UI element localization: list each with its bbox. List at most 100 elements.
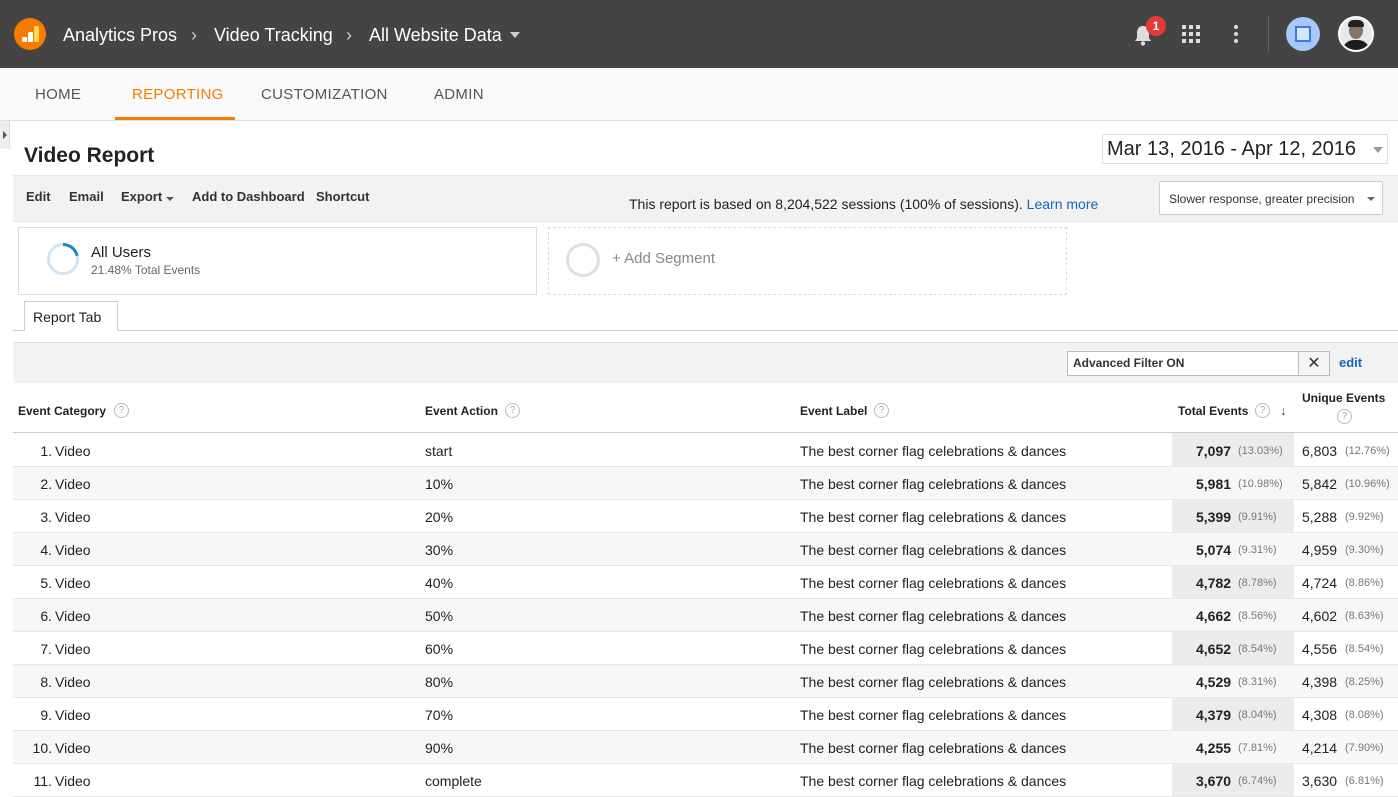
cell-total-events: 3,670 bbox=[1196, 773, 1232, 789]
view-dropdown-icon[interactable] bbox=[510, 32, 520, 38]
cell-total-events-pct: (13.03%) bbox=[1238, 445, 1283, 457]
analytics-logo-icon[interactable] bbox=[14, 18, 46, 50]
date-range-picker[interactable]: Mar 13, 2016 - Apr 12, 2016 bbox=[1102, 134, 1388, 164]
row-index: 5. bbox=[40, 575, 52, 591]
col-event-category[interactable]: Event Category bbox=[18, 404, 106, 418]
nav-admin[interactable]: ADMIN bbox=[434, 86, 484, 103]
cell-event-label: The best corner flag celebrations & danc… bbox=[800, 542, 1067, 558]
cell-event-label: The best corner flag celebrations & danc… bbox=[800, 773, 1067, 789]
table-row[interactable]: 1. Video start The best corner flag celebra… bbox=[13, 434, 1398, 467]
cell-total-events: 5,399 bbox=[1196, 509, 1232, 525]
segment-name: All Users bbox=[91, 244, 152, 261]
help-icon[interactable]: ? bbox=[874, 403, 889, 418]
help-icon[interactable]: ? bbox=[1337, 409, 1352, 424]
table-row[interactable]: 11. Video complete The best corner flag cel… bbox=[13, 764, 1398, 797]
col-event-action[interactable]: Event Action bbox=[425, 404, 498, 418]
col-event-label[interactable]: Event Label bbox=[800, 404, 867, 418]
user-avatar[interactable] bbox=[1338, 16, 1374, 52]
tab-divider bbox=[13, 330, 1398, 331]
row-index: 7. bbox=[40, 641, 52, 657]
email-button[interactable]: Email bbox=[69, 189, 104, 204]
export-button[interactable]: Export bbox=[121, 189, 162, 204]
edit-button[interactable]: Edit bbox=[26, 189, 51, 204]
sort-descending-icon[interactable]: ↓ bbox=[1280, 403, 1287, 418]
cell-total-events-pct: (8.54%) bbox=[1238, 643, 1277, 655]
breadcrumb-view[interactable]: All Website Data bbox=[369, 24, 502, 46]
add-segment-button[interactable]: + Add Segment bbox=[612, 250, 715, 267]
cell-unique-events-pct: (8.63%) bbox=[1345, 610, 1384, 622]
advanced-filter-input[interactable]: Advanced Filter ON bbox=[1067, 351, 1299, 376]
help-icon[interactable]: ? bbox=[114, 403, 129, 418]
table-row[interactable]: 3. Video 20% The best corner flag celebrati… bbox=[13, 500, 1398, 533]
export-caret-icon[interactable] bbox=[166, 197, 174, 201]
cell-event-category: Video bbox=[55, 740, 91, 756]
cell-event-label: The best corner flag celebrations & danc… bbox=[800, 509, 1067, 525]
table-row[interactable]: 8. Video 80% The best corner flag celebrati… bbox=[13, 665, 1398, 698]
cell-event-action: 10% bbox=[425, 476, 454, 492]
cell-event-category: Video bbox=[55, 707, 91, 723]
chevron-down-icon bbox=[1367, 197, 1375, 201]
segment-all-users[interactable] bbox=[18, 227, 537, 295]
cell-total-events-pct: (8.56%) bbox=[1238, 610, 1277, 622]
row-index: 11. bbox=[33, 773, 52, 789]
nav-customization[interactable]: CUSTOMIZATION bbox=[261, 86, 388, 103]
cell-event-action: start bbox=[425, 443, 453, 459]
cell-unique-events-pct: (7.90%) bbox=[1345, 742, 1384, 754]
tab-report-label: Report Tab bbox=[33, 309, 102, 325]
header-divider bbox=[1268, 16, 1269, 52]
row-index: 2. bbox=[40, 476, 52, 492]
apps-grid-icon[interactable] bbox=[1182, 25, 1200, 43]
col-total-events[interactable]: Total Events bbox=[1178, 404, 1248, 418]
cell-event-label: The best corner flag celebrations & danc… bbox=[800, 443, 1067, 459]
more-options-icon[interactable] bbox=[1234, 25, 1238, 43]
breadcrumb-account[interactable]: Analytics Pros bbox=[63, 24, 177, 46]
sidebar-toggle-icon[interactable] bbox=[0, 121, 10, 149]
cell-event-label: The best corner flag celebrations & danc… bbox=[800, 608, 1067, 624]
clear-filter-icon[interactable]: ✕ bbox=[1298, 351, 1330, 376]
table-row[interactable]: 10. Video 90% The best corner flag celebrat… bbox=[13, 731, 1398, 764]
table-row[interactable]: 5. Video 40% The best corner flag celebrati… bbox=[13, 566, 1398, 599]
cell-unique-events: 4,959 bbox=[1302, 542, 1338, 558]
help-icon[interactable]: ? bbox=[1255, 403, 1270, 418]
cell-event-label: The best corner flag celebrations & danc… bbox=[800, 707, 1067, 723]
row-index: 8. bbox=[40, 674, 52, 690]
sampling-select[interactable]: Slower response, greater precision bbox=[1159, 181, 1383, 215]
empty-segment-ring-icon bbox=[566, 243, 600, 277]
tab-report[interactable]: Report Tab bbox=[24, 301, 118, 331]
cell-event-category: Video bbox=[55, 773, 91, 789]
shortcut-button[interactable]: Shortcut bbox=[316, 189, 369, 204]
cell-event-category: Video bbox=[55, 509, 91, 525]
organization-building-icon[interactable] bbox=[1286, 17, 1320, 51]
cell-unique-events: 4,308 bbox=[1302, 707, 1338, 723]
breadcrumb-property[interactable]: Video Tracking bbox=[214, 24, 333, 46]
cell-total-events-pct: (8.31%) bbox=[1238, 676, 1277, 688]
nav-reporting[interactable]: REPORTING bbox=[132, 86, 224, 103]
cell-event-label: The best corner flag celebrations & danc… bbox=[800, 641, 1067, 657]
cell-total-events: 4,652 bbox=[1196, 641, 1232, 657]
cell-event-action: 50% bbox=[425, 608, 454, 624]
filter-edit-link[interactable]: edit bbox=[1339, 355, 1362, 370]
cell-unique-events: 5,842 bbox=[1302, 476, 1338, 492]
notification-badge[interactable]: 1 bbox=[1146, 16, 1166, 36]
table-row[interactable]: 4. Video 30% The best corner flag celebrati… bbox=[13, 533, 1398, 566]
segment-share: 21.48% Total Events bbox=[91, 263, 201, 277]
cell-unique-events-pct: (8.08%) bbox=[1345, 709, 1384, 721]
cell-total-events: 4,782 bbox=[1196, 575, 1232, 591]
cell-event-label: The best corner flag celebrations & danc… bbox=[800, 740, 1067, 756]
help-icon[interactable]: ? bbox=[505, 403, 520, 418]
nav-home[interactable]: HOME bbox=[35, 86, 81, 103]
table-row[interactable]: 7. Video 60% The best corner flag celebrati… bbox=[13, 632, 1398, 665]
add-to-dashboard-button[interactable]: Add to Dashboard bbox=[192, 189, 305, 204]
cell-unique-events: 4,398 bbox=[1302, 674, 1338, 690]
cell-unique-events: 3,630 bbox=[1302, 773, 1338, 789]
col-unique-events[interactable]: Unique Events bbox=[1302, 391, 1385, 405]
cell-total-events-pct: (7.81%) bbox=[1238, 742, 1277, 754]
table-row[interactable]: 6. Video 50% The best corner flag celebrati… bbox=[13, 599, 1398, 632]
cell-total-events: 4,255 bbox=[1196, 740, 1232, 756]
sessions-info: This report is based on 8,204,522 sessio… bbox=[629, 196, 1098, 212]
row-index: 6. bbox=[40, 608, 52, 624]
table-row[interactable]: 2. Video 10% The best corner flag celebrati… bbox=[13, 467, 1398, 500]
learn-more-link[interactable]: Learn more bbox=[1027, 196, 1099, 212]
cell-event-category: Video bbox=[55, 641, 91, 657]
table-row[interactable]: 9. Video 70% The best corner flag celebrati… bbox=[13, 698, 1398, 731]
